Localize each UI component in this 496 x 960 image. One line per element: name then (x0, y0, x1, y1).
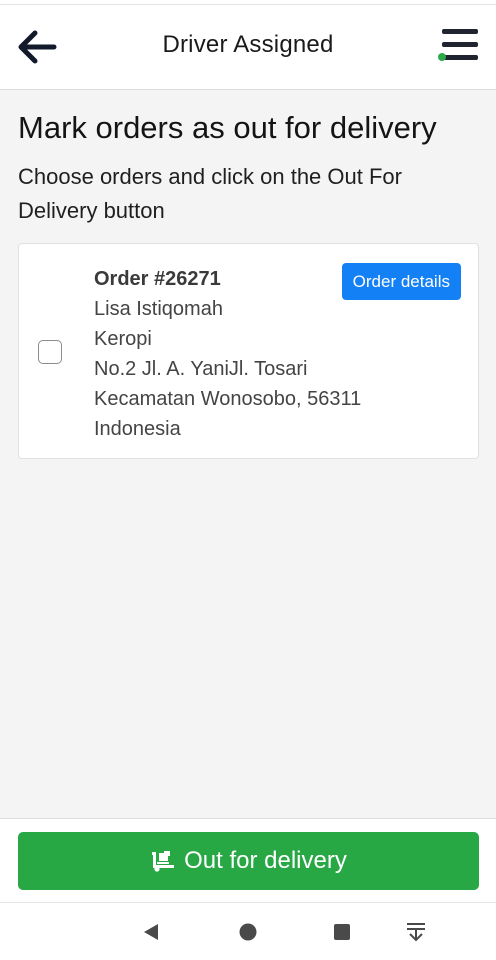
out-for-delivery-button[interactable]: Out for delivery (18, 832, 479, 890)
nav-back-button[interactable] (139, 920, 163, 944)
order-details-button[interactable]: Order details (341, 263, 461, 300)
main-content: Mark orders as out for delivery Choose o… (0, 90, 496, 459)
menu-button[interactable] (438, 25, 482, 69)
main-subtitle: Choose orders and click on the Out For D… (18, 164, 402, 223)
footer-bar: Out for delivery (0, 818, 496, 902)
order-customer: Lisa Istiqomah (94, 298, 223, 320)
system-navigation-bar (0, 902, 496, 960)
order-country: Indonesia (94, 418, 181, 440)
order-card: Order #26271 Lisa Istiqomah Keropi No.2 … (18, 243, 479, 459)
order-street: No.2 Jl. A. YaniJl. Tosari (94, 358, 308, 380)
nav-recents-button[interactable] (330, 920, 354, 944)
order-number: Order #26271 (94, 268, 221, 290)
nav-recents-square-icon (334, 924, 350, 940)
nav-back-triangle-icon (144, 924, 158, 940)
nav-pull-down-icon (407, 923, 425, 942)
order-checkbox[interactable] (38, 340, 62, 364)
main-heading: Mark orders as out for delivery (18, 110, 437, 145)
status-dot (438, 53, 446, 61)
nav-home-button[interactable] (236, 920, 260, 944)
order-city: Kecamatan Wonosobo, 56311 (94, 388, 362, 410)
order-location: Keropi (94, 328, 152, 350)
order-info: Order #26271 Lisa Istiqomah Keropi No.2 … (94, 264, 361, 444)
nav-home-circle-icon (239, 923, 257, 941)
out-for-delivery-label: Out for delivery (184, 847, 347, 874)
nav-pull-down-button[interactable] (404, 920, 428, 944)
app-header: Driver Assigned (0, 5, 496, 90)
truck-dolly-icon (152, 851, 175, 872)
page-title: Driver Assigned (162, 31, 334, 58)
